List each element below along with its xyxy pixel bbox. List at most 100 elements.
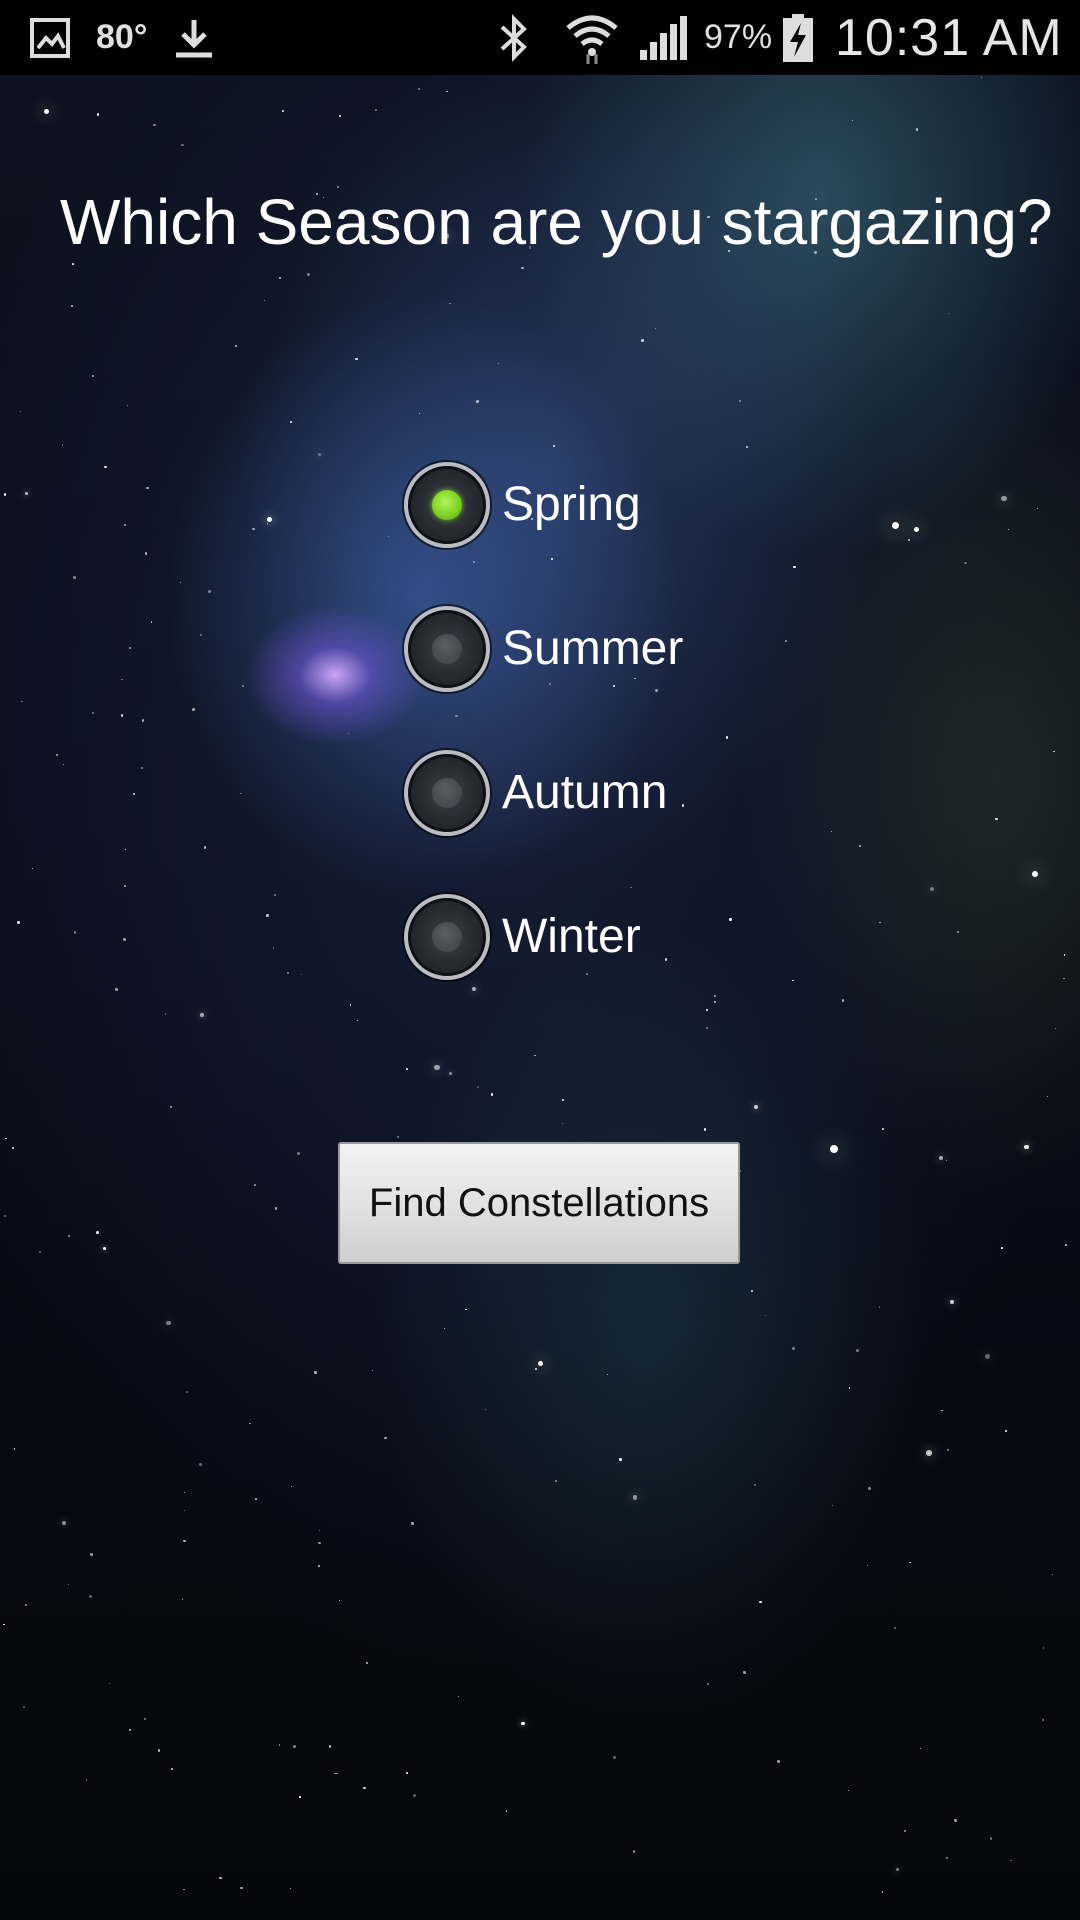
star <box>434 1064 440 1071</box>
radio-indicator <box>432 922 462 952</box>
star <box>505 1810 508 1812</box>
find-constellations-button[interactable]: Find Constellations <box>338 1142 740 1264</box>
star <box>703 1128 707 1131</box>
star <box>1004 1429 1007 1432</box>
radio-option-autumn[interactable]: Autumn <box>404 721 683 865</box>
star <box>832 1505 834 1507</box>
star <box>89 1594 93 1598</box>
star <box>96 1231 100 1235</box>
star <box>182 1539 186 1543</box>
star <box>124 523 127 527</box>
bright-star <box>830 1145 838 1153</box>
star <box>129 646 132 649</box>
star <box>240 792 242 795</box>
star <box>292 1745 296 1748</box>
radio-label[interactable]: Summer <box>502 621 683 677</box>
star <box>38 1250 42 1254</box>
star <box>476 1086 479 1089</box>
star <box>954 1819 957 1822</box>
radio-option-summer[interactable]: Summer <box>404 577 683 721</box>
star <box>707 1683 710 1685</box>
star <box>338 1599 341 1602</box>
star <box>365 1661 369 1664</box>
clock-text: 10:31 AM <box>835 8 1063 67</box>
signal-icon <box>636 0 688 75</box>
star <box>169 1106 173 1109</box>
star <box>272 947 275 949</box>
star <box>418 413 420 415</box>
star <box>705 1026 708 1029</box>
star <box>146 486 149 490</box>
star <box>1055 1028 1057 1030</box>
star <box>957 930 960 933</box>
star <box>881 1890 884 1893</box>
star <box>317 1565 320 1568</box>
star <box>255 1497 258 1500</box>
star <box>1051 1573 1054 1576</box>
download-icon <box>172 0 216 75</box>
star <box>25 492 29 496</box>
star <box>847 1789 850 1792</box>
star <box>183 1509 185 1512</box>
star <box>758 1600 762 1604</box>
star <box>141 719 145 722</box>
bright-star <box>1032 871 1038 877</box>
radio-label[interactable]: Spring <box>502 477 641 533</box>
star <box>200 1013 204 1017</box>
star <box>183 1888 185 1891</box>
star <box>266 523 269 526</box>
star <box>68 1584 70 1586</box>
star <box>266 517 272 523</box>
radio-button[interactable] <box>404 750 490 836</box>
star <box>729 918 733 922</box>
radio-option-spring[interactable]: Spring <box>404 433 683 577</box>
star <box>115 988 118 992</box>
star <box>150 621 153 623</box>
star <box>290 420 293 423</box>
star <box>183 1491 185 1493</box>
star <box>925 1450 932 1456</box>
star <box>348 732 350 734</box>
star <box>490 1093 494 1096</box>
star <box>995 817 998 821</box>
star <box>314 1371 318 1374</box>
star <box>96 113 100 116</box>
star <box>180 582 182 584</box>
radio-button[interactable] <box>404 606 490 692</box>
star <box>1046 1096 1048 1098</box>
star <box>443 1327 445 1330</box>
star <box>745 445 749 449</box>
star <box>129 1729 132 1731</box>
star <box>371 1369 373 1372</box>
star <box>5 1137 7 1139</box>
star <box>355 357 358 360</box>
star <box>297 1152 300 1155</box>
star <box>417 88 420 91</box>
star <box>219 1876 222 1880</box>
star <box>792 1347 795 1350</box>
star <box>307 273 311 277</box>
star <box>1001 495 1007 502</box>
star <box>613 1756 616 1759</box>
radio-button[interactable] <box>404 894 490 980</box>
star <box>534 1054 536 1057</box>
star <box>3 493 6 496</box>
star <box>1007 529 1009 531</box>
star <box>90 1553 93 1556</box>
star <box>91 375 94 378</box>
star <box>448 1071 452 1075</box>
radio-option-winter[interactable]: Winter <box>404 865 683 1009</box>
star <box>915 128 919 131</box>
star <box>145 552 148 555</box>
star <box>882 1127 885 1130</box>
star <box>157 1749 160 1752</box>
star <box>929 886 934 892</box>
radio-label[interactable]: Winter <box>502 909 641 965</box>
star <box>896 1868 900 1872</box>
radio-label[interactable]: Autumn <box>502 765 667 821</box>
star <box>1024 1144 1029 1150</box>
star <box>299 1796 301 1798</box>
star <box>989 1837 993 1840</box>
wifi-icon <box>564 0 620 75</box>
radio-button[interactable] <box>404 462 490 548</box>
